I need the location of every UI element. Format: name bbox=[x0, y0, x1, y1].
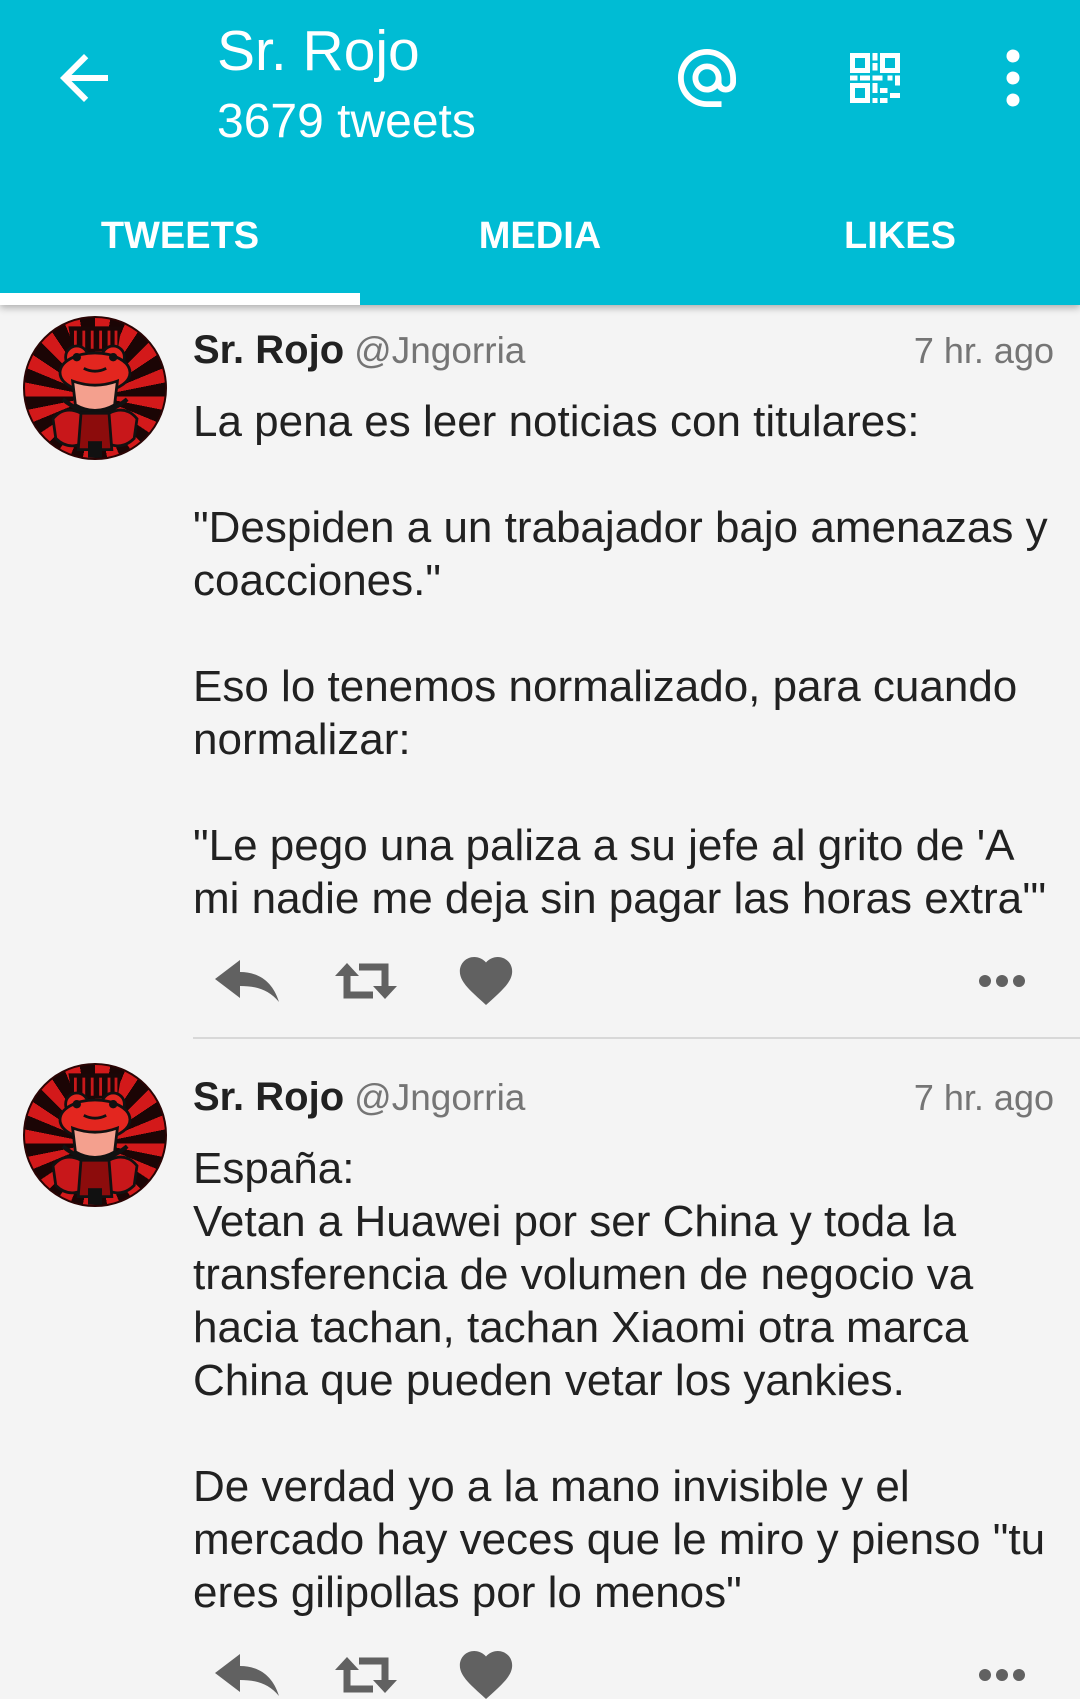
tweet-header: Sr. Rojo @Jngorria 7 hr. ago bbox=[193, 324, 1080, 377]
reply-button[interactable] bbox=[215, 960, 279, 1002]
reply-button[interactable] bbox=[215, 1654, 279, 1696]
heart-icon bbox=[459, 957, 513, 1005]
arrow-back-icon bbox=[60, 54, 108, 102]
at-sign-icon bbox=[678, 49, 736, 107]
back-button[interactable] bbox=[48, 42, 120, 114]
retweet-icon bbox=[333, 1655, 399, 1695]
author-name[interactable]: Sr. Rojo bbox=[193, 1071, 344, 1124]
tweet-actions bbox=[193, 1650, 1080, 1699]
retweet-button[interactable] bbox=[333, 1655, 399, 1695]
tweet-timestamp: 7 hr. ago bbox=[913, 330, 1054, 371]
more-horizontal-icon bbox=[979, 1669, 1025, 1681]
tweet-text: La pena es leer noticias con titulares: … bbox=[193, 397, 1048, 923]
tweet[interactable]: Sr. Rojo @Jngorria 7 hr. ago España: Vet… bbox=[0, 1039, 1080, 1699]
mention-button[interactable] bbox=[671, 42, 743, 114]
author-handle: @Jngorria bbox=[354, 330, 526, 371]
author-name[interactable]: Sr. Rojo bbox=[193, 324, 344, 377]
tab-likes[interactable]: LIKES bbox=[720, 180, 1080, 292]
tweet-feed[interactable]: Sr. Rojo @Jngorria 7 hr. ago La pena es … bbox=[0, 292, 1080, 1699]
qr-code-button[interactable] bbox=[839, 42, 911, 114]
avatar[interactable] bbox=[23, 1063, 167, 1207]
tweet-text: España: Vetan a Huawei por ser China y t… bbox=[193, 1144, 1046, 1617]
avatar-image bbox=[25, 318, 165, 458]
tweet-actions bbox=[193, 956, 1080, 1006]
reply-icon bbox=[215, 1654, 279, 1696]
reply-icon bbox=[215, 960, 279, 1002]
more-vertical-icon bbox=[1006, 49, 1020, 107]
avatar[interactable] bbox=[23, 316, 167, 460]
like-button[interactable] bbox=[459, 1651, 513, 1699]
author-handle: @Jngorria bbox=[354, 1077, 526, 1118]
more-horizontal-icon bbox=[979, 975, 1025, 987]
qr-code-icon bbox=[850, 53, 900, 103]
overflow-menu-button[interactable] bbox=[983, 42, 1043, 114]
tweet-more-button[interactable] bbox=[978, 974, 1026, 988]
tweet-count: 3679 tweets bbox=[217, 95, 476, 148]
profile-title: Sr. Rojo bbox=[217, 19, 420, 83]
profile-tabs: TWEETS MEDIA LIKES bbox=[0, 180, 1080, 292]
retweet-button[interactable] bbox=[333, 961, 399, 1001]
tab-tweets[interactable]: TWEETS bbox=[0, 180, 360, 292]
tweet-timestamp: 7 hr. ago bbox=[913, 1077, 1054, 1118]
like-button[interactable] bbox=[459, 957, 513, 1005]
tweet-header: Sr. Rojo @Jngorria 7 hr. ago bbox=[193, 1071, 1080, 1124]
retweet-icon bbox=[333, 961, 399, 1001]
tweet[interactable]: Sr. Rojo @Jngorria 7 hr. ago La pena es … bbox=[0, 292, 1080, 1037]
tab-media[interactable]: MEDIA bbox=[360, 180, 720, 292]
tweet-more-button[interactable] bbox=[978, 1668, 1026, 1682]
selected-tab-indicator bbox=[0, 293, 360, 305]
heart-icon bbox=[459, 1651, 513, 1699]
app-bar: Sr. Rojo 3679 tweets TWEETS MEDIA LIKES bbox=[0, 0, 1080, 305]
avatar-image bbox=[25, 1065, 165, 1205]
